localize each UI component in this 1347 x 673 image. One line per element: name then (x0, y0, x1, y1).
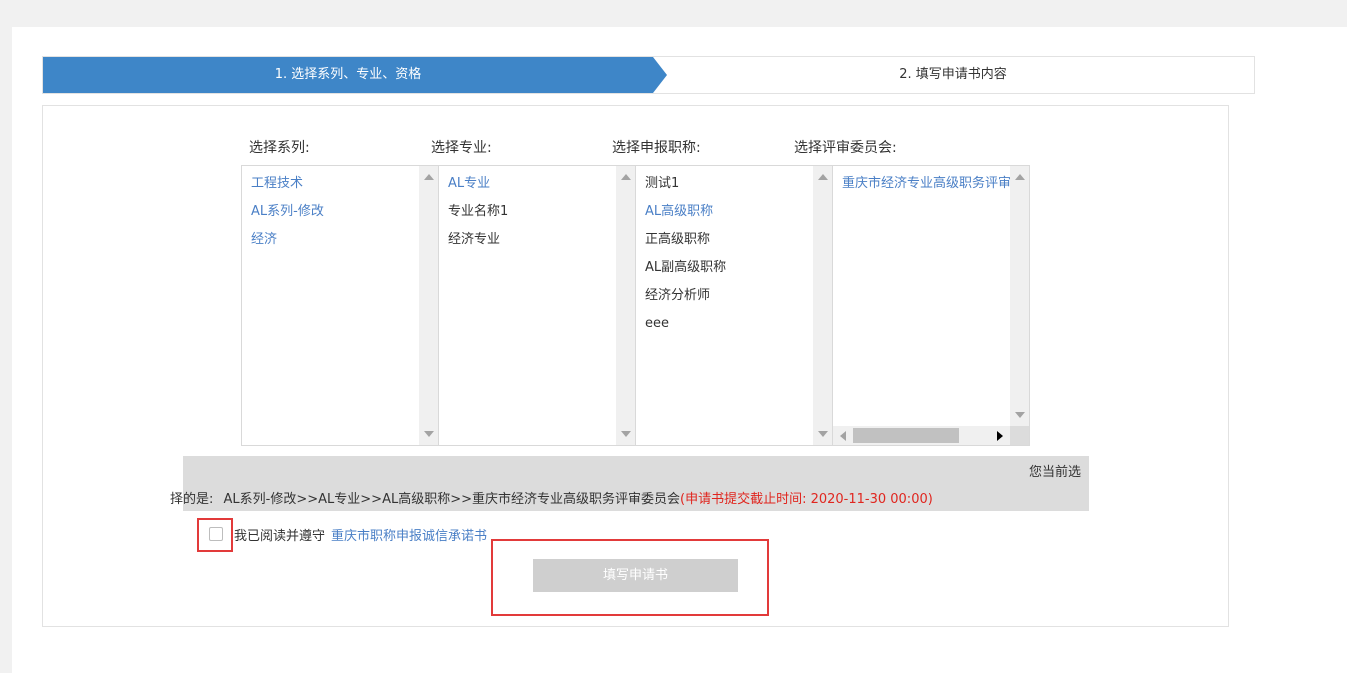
scroll-up-icon[interactable] (424, 174, 434, 180)
series-listbox[interactable]: 工程技术 AL系列-修改 经济 (241, 165, 439, 446)
scroll-up-icon[interactable] (818, 174, 828, 180)
major-item[interactable]: 经济专业 (448, 226, 508, 254)
summary-selection: AL系列-修改>>AL专业>>AL高级职称>>重庆市经济专业高级职务评审委员会 (223, 492, 680, 507)
series-item[interactable]: 工程技术 (251, 170, 324, 198)
series-scrollbar[interactable] (419, 166, 438, 445)
scroll-up-icon[interactable] (1015, 174, 1025, 180)
title-scrollbar[interactable] (813, 166, 832, 445)
step-1-label: 1. 选择系列、专业、资格 (274, 67, 422, 82)
committee-hscrollbar[interactable] (833, 426, 1010, 445)
summary-prefix-left: 择的是: (170, 492, 214, 507)
series-label: 选择系列: (249, 140, 310, 156)
step-2-label: 2. 填写申请书内容 (899, 67, 1007, 82)
title-listbox[interactable]: 测试1 AL高级职称 正高级职称 AL副高级职称 经济分析师 eee (635, 165, 833, 446)
title-item[interactable]: 测试1 (645, 170, 726, 198)
scroll-left-icon[interactable] (840, 431, 846, 441)
scroll-down-icon[interactable] (1015, 412, 1025, 418)
agreement-text: 我已阅读并遵守 重庆市职称申报诚信承诺书 (234, 525, 487, 544)
scroll-down-icon[interactable] (621, 431, 631, 437)
major-scrollbar[interactable] (616, 166, 635, 445)
major-item[interactable]: AL专业 (448, 170, 508, 198)
scrollbar-corner (1010, 426, 1029, 445)
agree-checkbox[interactable] (209, 527, 223, 541)
step-2: 2. 填写申请书内容 (683, 57, 1223, 93)
title-item[interactable]: eee (645, 310, 726, 338)
committee-listbox[interactable]: 重庆市经济专业高级职务评审 (832, 165, 1030, 446)
scroll-right-icon[interactable] (997, 431, 1003, 441)
committee-item[interactable]: 重庆市经济专业高级职务评审 (842, 170, 1010, 198)
summary-prefix-right: 您当前选 (1028, 465, 1081, 480)
title-item[interactable]: AL副高级职称 (645, 254, 726, 282)
title-item[interactable]: AL高级职称 (645, 198, 726, 226)
scroll-down-icon[interactable] (424, 431, 434, 437)
major-item[interactable]: 专业名称1 (448, 198, 508, 226)
summary-text: 择的是: AL系列-修改>>AL专业>>AL高级职称>>重庆市经济专业高级职务评… (170, 488, 933, 507)
step-arrow-icon (653, 57, 667, 93)
series-item[interactable]: AL系列-修改 (251, 198, 324, 226)
step-1-active: 1. 选择系列、专业、资格 (43, 57, 653, 93)
series-item[interactable]: 经济 (251, 226, 324, 254)
title-label: 选择申报职称: (612, 140, 701, 156)
step-progress-bar: 1. 选择系列、专业、资格 2. 填写申请书内容 (42, 56, 1255, 94)
fill-application-button[interactable]: 填写申请书 (533, 559, 738, 592)
scroll-thumb[interactable] (853, 428, 959, 443)
scroll-up-icon[interactable] (621, 174, 631, 180)
title-item[interactable]: 正高级职称 (645, 226, 726, 254)
major-label: 选择专业: (431, 140, 492, 156)
scroll-down-icon[interactable] (818, 431, 828, 437)
integrity-pledge-link[interactable]: 重庆市职称申报诚信承诺书 (331, 529, 487, 544)
committee-vscrollbar[interactable] (1010, 166, 1029, 426)
major-listbox[interactable]: AL专业 专业名称1 经济专业 (438, 165, 636, 446)
submission-deadline: (申请书提交截止时间: 2020-11-30 00:00) (680, 492, 933, 507)
committee-label: 选择评审委员会: (794, 140, 897, 156)
title-item[interactable]: 经济分析师 (645, 282, 726, 310)
agreement-label: 我已阅读并遵守 (234, 529, 326, 544)
